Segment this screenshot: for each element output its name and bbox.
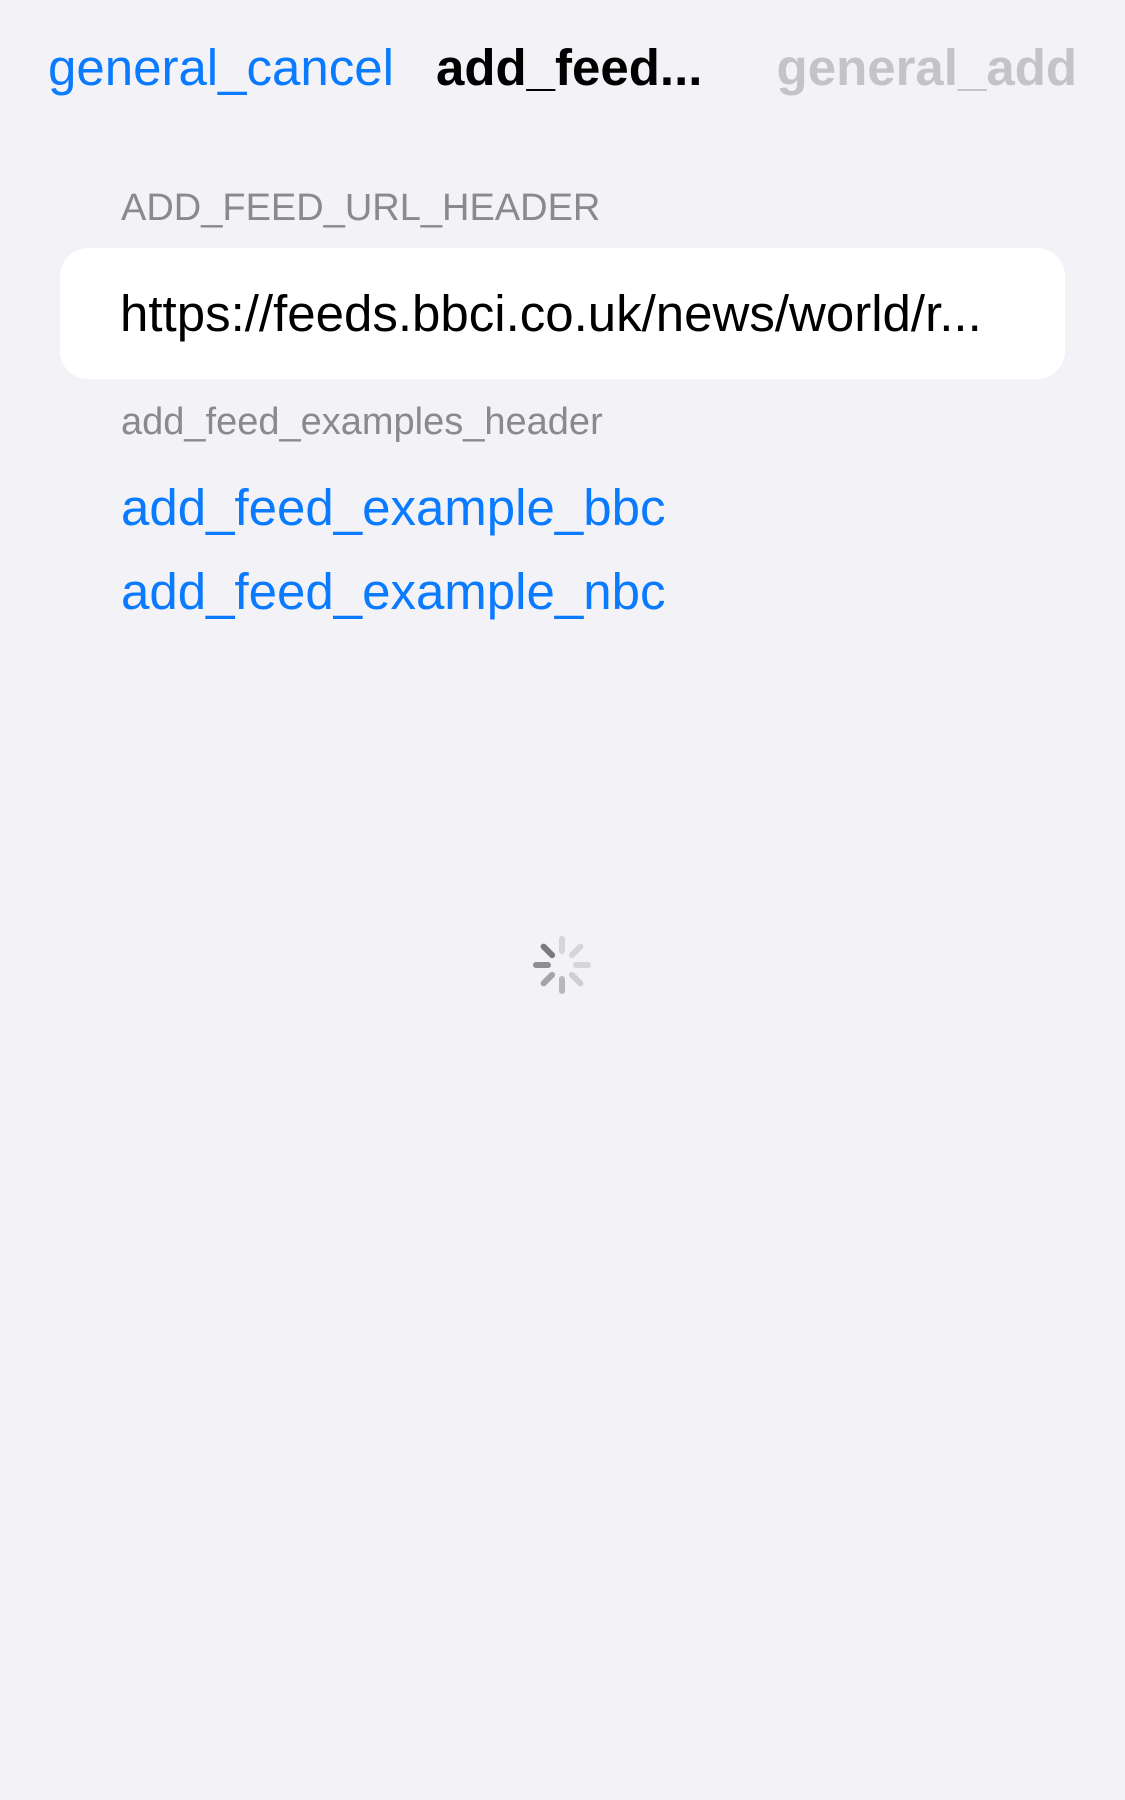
add-button[interactable]: general_add (777, 36, 1077, 100)
url-section-header: ADD_FEED_URL_HEADER (121, 187, 601, 229)
page-title: add_feed... (436, 39, 703, 96)
example-bbc-link[interactable]: add_feed_example_bbc (121, 476, 665, 540)
feed-url-field[interactable]: https://feeds.bbci.co.uk/news/world/r... (60, 248, 1065, 379)
example-nbc-link[interactable]: add_feed_example_nbc (121, 560, 665, 624)
cancel-button[interactable]: general_cancel (48, 36, 394, 100)
feed-url-value[interactable]: https://feeds.bbci.co.uk/news/world/r... (120, 282, 1005, 346)
activity-spinner-icon (533, 936, 591, 994)
navigation-bar: general_cancel add_feed... general_add (0, 0, 1125, 140)
examples-section-header: add_feed_examples_header (121, 401, 603, 443)
